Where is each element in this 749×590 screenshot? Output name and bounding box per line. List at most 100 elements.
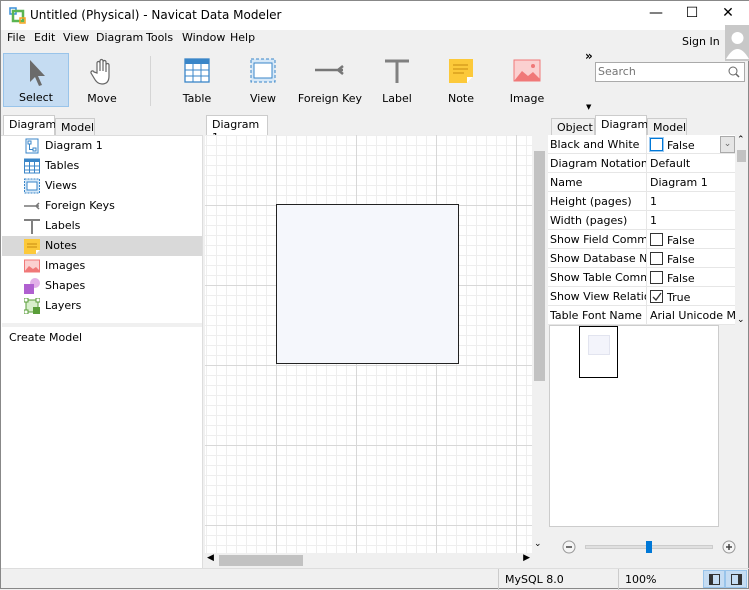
panel-divider[interactable] [2, 323, 202, 327]
foreign-key-icon [24, 202, 40, 210]
scroll-down-icon[interactable]: ⌄ [534, 539, 542, 549]
property-value[interactable]: False [646, 230, 735, 249]
menu-file[interactable]: File [7, 31, 25, 44]
search-box[interactable] [595, 62, 745, 82]
zoom-in-icon[interactable] [722, 540, 736, 554]
shapes-icon [24, 278, 40, 294]
property-row[interactable]: Show Database NameFalse [548, 249, 735, 268]
menu-edit[interactable]: Edit [34, 31, 55, 44]
property-row[interactable]: Height (pages) 1 [548, 192, 735, 211]
minimize-button[interactable]: — [641, 5, 671, 25]
tree-item-labels[interactable]: Labels [2, 216, 202, 236]
note-label: Note [447, 92, 475, 105]
sign-in-link[interactable]: Sign In [682, 35, 720, 48]
select-label: Select [19, 91, 53, 104]
window-title: Untitled (Physical) - Navicat Data Model… [30, 8, 282, 22]
view-tool-button[interactable]: View [237, 53, 289, 107]
property-row[interactable]: Show Field CommentFalse [548, 230, 735, 249]
checkbox[interactable] [650, 290, 663, 303]
avatar[interactable] [725, 25, 749, 61]
layers-icon [24, 298, 40, 314]
property-row[interactable]: Width (pages) 1 [548, 211, 735, 230]
property-value[interactable]: 1 [646, 211, 735, 230]
menu-window[interactable]: Window [182, 31, 225, 44]
checkbox[interactable] [650, 233, 663, 246]
tree-item-tables[interactable]: Tables [2, 156, 202, 176]
toggle-right-panel-button[interactable] [725, 570, 747, 588]
toggle-left-panel-button[interactable] [703, 570, 725, 588]
right-tab-object[interactable]: Object [551, 118, 595, 136]
property-row[interactable]: Name Diagram 1 [548, 173, 735, 192]
table-icon [24, 158, 40, 174]
label-tool-button[interactable]: Label [371, 53, 423, 107]
property-value[interactable]: 1 [646, 192, 735, 211]
view-icon [250, 58, 276, 83]
property-name: Show Field Comment [550, 233, 646, 246]
zoom-out-icon[interactable] [562, 540, 576, 554]
right-tab-model[interactable]: Model [647, 118, 687, 136]
right-tab-diagram[interactable]: Diagram [595, 115, 648, 135]
search-input[interactable] [596, 63, 724, 80]
create-model-button[interactable]: Create Model [9, 331, 82, 344]
tree-item-images[interactable]: Images [2, 256, 202, 276]
toolbar-overflow-button[interactable]: » [585, 49, 593, 63]
search-icon[interactable] [728, 66, 740, 78]
property-row[interactable]: Black and White False [548, 135, 735, 154]
overview-preview[interactable] [549, 325, 719, 527]
tree-item-views[interactable]: Views [2, 176, 202, 196]
property-name: Table Font Name [550, 309, 642, 322]
property-value[interactable]: Default [646, 154, 735, 173]
menu-help[interactable]: Help [230, 31, 255, 44]
image-label: Image [509, 92, 545, 105]
tree-item-layers[interactable]: Layers [2, 296, 202, 316]
label-label: Label [382, 92, 412, 105]
property-row[interactable]: Show Table CommentFalse [548, 268, 735, 287]
toolbar-dropdown-icon[interactable]: ▼ [586, 103, 591, 111]
close-button[interactable]: ✕ [713, 5, 743, 25]
diagram-page [276, 204, 459, 364]
note-tool-button[interactable]: Note [435, 53, 487, 107]
property-value[interactable]: True [646, 287, 735, 306]
tree-item-diagram-1[interactable]: Diagram 1 [2, 136, 202, 156]
property-value[interactable]: False [646, 249, 735, 268]
app-logo-icon [9, 7, 26, 24]
canvas-horizontal-scrollbar[interactable]: ◀ ▶ [205, 553, 532, 568]
menu-view[interactable]: View [63, 31, 89, 44]
view-label: View [249, 92, 277, 105]
zoom-slider-thumb[interactable] [646, 541, 652, 553]
image-tool-button[interactable]: Image [501, 53, 553, 107]
checkbox[interactable] [650, 138, 663, 151]
left-tab-diagram[interactable]: Diagram [3, 115, 56, 135]
title-bar: Untitled (Physical) - Navicat Data Model… [1, 1, 749, 30]
tree-item-foreign-keys[interactable]: Foreign Keys [2, 196, 202, 216]
menu-tools[interactable]: Tools [146, 31, 173, 44]
property-row[interactable]: Show View RelationsTrue [548, 287, 735, 306]
property-value[interactable]: False [646, 268, 735, 287]
property-value[interactable]: Arial Unicode MS [646, 306, 735, 325]
foreign-key-label: Foreign Key [297, 92, 363, 105]
move-tool-button[interactable]: Move [71, 53, 133, 107]
checkbox[interactable] [650, 271, 663, 284]
maximize-button[interactable]: ☐ [677, 5, 707, 25]
tree-item-notes[interactable]: Notes [2, 236, 202, 256]
property-name: Height (pages) [550, 195, 632, 208]
property-scrollbar[interactable]: ⌃ ⌄ [735, 135, 748, 325]
property-row[interactable]: Diagram Notation Default [548, 154, 735, 173]
overview-viewport[interactable] [579, 326, 618, 378]
property-value[interactable]: Diagram 1 [646, 173, 735, 192]
select-tool-button[interactable]: Select [3, 53, 69, 107]
tree-item-shapes[interactable]: Shapes [2, 276, 202, 296]
checkbox[interactable] [650, 252, 663, 265]
table-tool-button[interactable]: Table [171, 53, 223, 107]
menu-diagram[interactable]: Diagram [96, 31, 143, 44]
canvas-tab-diagram-1[interactable]: Diagram 1 [206, 115, 268, 144]
left-tab-model[interactable]: Model [55, 118, 95, 136]
checkmark-icon [652, 292, 662, 302]
property-name: Show Table Comment [550, 271, 646, 284]
diagram-icon [25, 138, 39, 154]
property-row[interactable]: Table Font Name Arial Unicode MS [548, 306, 735, 325]
foreign-key-tool-button[interactable]: Foreign Key [297, 53, 363, 107]
dropdown-chevron-icon[interactable]: ⌄ [720, 136, 735, 153]
toolbar-separator [150, 56, 151, 106]
canvas-vertical-scrollbar[interactable] [532, 135, 547, 553]
